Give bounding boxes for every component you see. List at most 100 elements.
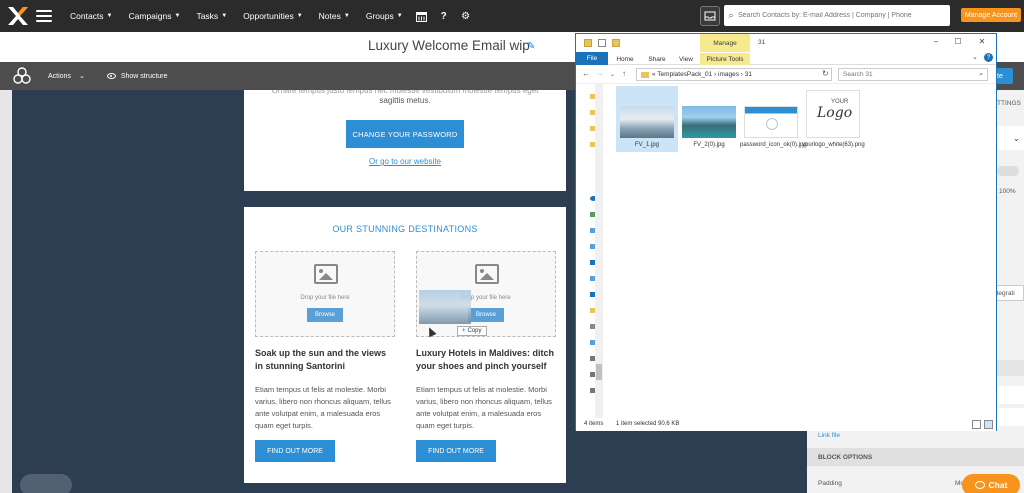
- website-link[interactable]: Or go to our website: [244, 157, 566, 166]
- large-icons-view-icon[interactable]: [984, 420, 993, 429]
- image-dropzone-right[interactable]: Drop your file here Browse + Copy: [416, 251, 556, 338]
- main-menu: Contacts ▼ Campaigns ▼ Tasks ▼ Opportunitie…: [62, 11, 411, 21]
- toggle-switch[interactable]: [997, 166, 1019, 176]
- email-block-password[interactable]: Ornare tempus justo tempus nec molestie …: [244, 90, 566, 191]
- image-dropzone-left[interactable]: Drop your file here Browse: [255, 251, 395, 337]
- chat-button[interactable]: Chat: [962, 474, 1020, 493]
- chevron-down-icon[interactable]: ⌄: [972, 53, 978, 61]
- page-title[interactable]: Luxury Welcome Email wip: [368, 38, 530, 53]
- up-icon[interactable]: ↑: [622, 69, 626, 78]
- menu-notes-label: Notes: [318, 11, 341, 21]
- recent-chevron-icon[interactable]: ⌄: [610, 71, 615, 78]
- dropzone-text: Drop your file here: [300, 295, 350, 301]
- details-view-icon[interactable]: [972, 420, 981, 429]
- tab-picture-tools[interactable]: Picture Tools: [700, 53, 750, 65]
- file-item[interactable]: YOUR Logo yourlogo_white(63).png: [802, 86, 865, 156]
- overlay-blob: [20, 474, 72, 493]
- hamburger-icon[interactable]: [36, 10, 52, 22]
- find-out-more-button-left[interactable]: FIND OUT MORE: [255, 440, 335, 462]
- tab-home[interactable]: Home: [610, 53, 640, 65]
- tab-file[interactable]: File: [576, 52, 608, 65]
- chevron-down-icon: ▼: [174, 13, 181, 19]
- maximize-icon[interactable]: ☐: [950, 37, 966, 46]
- file-explorer-window[interactable]: Manage 31 – ☐ ✕ File Home Share View Pic…: [575, 33, 997, 431]
- manage-account-button[interactable]: Manage Account: [961, 8, 1021, 22]
- contact-search[interactable]: ⌕: [724, 5, 950, 26]
- gear-icon[interactable]: ⚙: [455, 0, 477, 32]
- menu-opportunities[interactable]: Opportunities ▼: [235, 11, 311, 21]
- menu-campaigns[interactable]: Campaigns ▼: [121, 11, 189, 21]
- show-structure-label: Show structure: [120, 72, 168, 80]
- block-text: Ornare tempus justo tempus nec molestie …: [244, 90, 566, 106]
- browse-button[interactable]: Browse: [307, 308, 343, 322]
- chevron-down-icon: ▼: [106, 13, 113, 19]
- explorer-titlebar[interactable]: Manage 31 – ☐ ✕: [576, 34, 996, 52]
- help-icon[interactable]: ?: [984, 53, 993, 62]
- folder-icon: [641, 71, 649, 78]
- block-text-line: sagittis metus.: [379, 96, 431, 105]
- folder-icon: [584, 39, 592, 47]
- chevron-down-icon[interactable]: ⌄: [1013, 134, 1020, 143]
- menu-groups[interactable]: Groups ▼: [358, 11, 411, 21]
- settings-tab-label[interactable]: TTINGS: [997, 100, 1021, 107]
- logo-text: Logo: [817, 105, 853, 121]
- article-body-left: Etiam tempus ut felis at molestie. Morbi…: [255, 385, 391, 430]
- address-bar[interactable]: « TemplatesPack_01 › images › 31: [636, 68, 832, 81]
- new-folder-icon[interactable]: [612, 39, 620, 47]
- minimize-icon[interactable]: –: [928, 37, 944, 46]
- file-name: yourlogo_white(63).png: [802, 142, 865, 148]
- manage-tab[interactable]: Manage: [700, 34, 750, 52]
- file-item[interactable]: password_icon_ok(0).jpg: [740, 86, 807, 156]
- chevron-down-icon: ▼: [343, 13, 350, 19]
- blocks-logo-icon: [12, 66, 32, 86]
- back-icon[interactable]: ←: [582, 69, 590, 78]
- app-logo-icon[interactable]: [6, 4, 30, 28]
- status-item-count: 4 items: [584, 421, 604, 427]
- link-file-label[interactable]: Link file: [818, 432, 840, 439]
- article-body-right: Etiam tempus ut felis at molestie. Morbi…: [416, 385, 552, 430]
- close-icon[interactable]: ✕: [974, 37, 990, 46]
- refresh-icon[interactable]: ↻: [822, 69, 829, 78]
- explorer-search-input[interactable]: [843, 71, 963, 78]
- tab-view[interactable]: View: [674, 53, 698, 65]
- find-out-more-button-right[interactable]: FIND OUT MORE: [416, 440, 496, 462]
- menu-campaigns-label: Campaigns: [128, 11, 172, 21]
- actions-dropdown[interactable]: Actions ⌄: [48, 72, 85, 81]
- chevron-down-icon: ▼: [221, 13, 228, 19]
- explorer-search[interactable]: ⌕: [838, 68, 988, 81]
- lock-icon: [766, 118, 778, 130]
- pencil-icon[interactable]: ✎: [527, 41, 535, 52]
- properties-icon[interactable]: [598, 39, 606, 47]
- file-name: FV_1.jpg: [634, 142, 659, 148]
- menu-groups-label: Groups: [365, 11, 394, 21]
- show-structure-toggle[interactable]: Show structure: [106, 72, 168, 80]
- inbox-icon[interactable]: [700, 6, 720, 26]
- breadcrumb[interactable]: « TemplatesPack_01 › images › 31: [652, 71, 752, 78]
- copy-tooltip: + Copy: [457, 326, 487, 336]
- file-item[interactable]: FV_1.jpg: [616, 86, 678, 152]
- forward-icon[interactable]: →: [596, 69, 604, 78]
- file-list: FV_1.jpg FV_2(0).jpg password_icon_ok(0)…: [604, 84, 994, 418]
- menu-contacts-label: Contacts: [70, 11, 104, 21]
- help-icon[interactable]: ?: [433, 0, 455, 32]
- explorer-ribbon-tabs: File Home Share View Picture Tools ⌄ ?: [576, 52, 996, 65]
- scrollbar-thumb[interactable]: [596, 364, 602, 380]
- menu-notes[interactable]: Notes ▼: [311, 11, 358, 21]
- menu-tasks-label: Tasks: [196, 11, 219, 21]
- contact-search-input[interactable]: [738, 12, 938, 19]
- email-block-destinations[interactable]: OUR STUNNING DESTINATIONS Drop your file…: [244, 207, 566, 483]
- copy-tooltip-label: Copy: [467, 328, 482, 334]
- menu-tasks[interactable]: Tasks ▼: [188, 11, 235, 21]
- browse-button[interactable]: Browse: [468, 308, 504, 322]
- change-password-button[interactable]: CHANGE YOUR PASSWORD: [346, 120, 464, 148]
- article-title-left: Soak up the sun and the views in stunnin…: [255, 348, 387, 371]
- dragged-image-preview: [419, 290, 471, 324]
- file-thumbnail: [620, 106, 674, 138]
- file-item[interactable]: FV_2(0).jpg: [678, 86, 740, 156]
- file-thumbnail: [682, 106, 736, 138]
- menu-contacts[interactable]: Contacts ▼: [62, 11, 121, 21]
- nav-scrollbar[interactable]: [595, 84, 603, 418]
- tab-share[interactable]: Share: [642, 53, 672, 65]
- search-icon: ⌕: [979, 70, 983, 78]
- calendar-icon[interactable]: [411, 0, 433, 32]
